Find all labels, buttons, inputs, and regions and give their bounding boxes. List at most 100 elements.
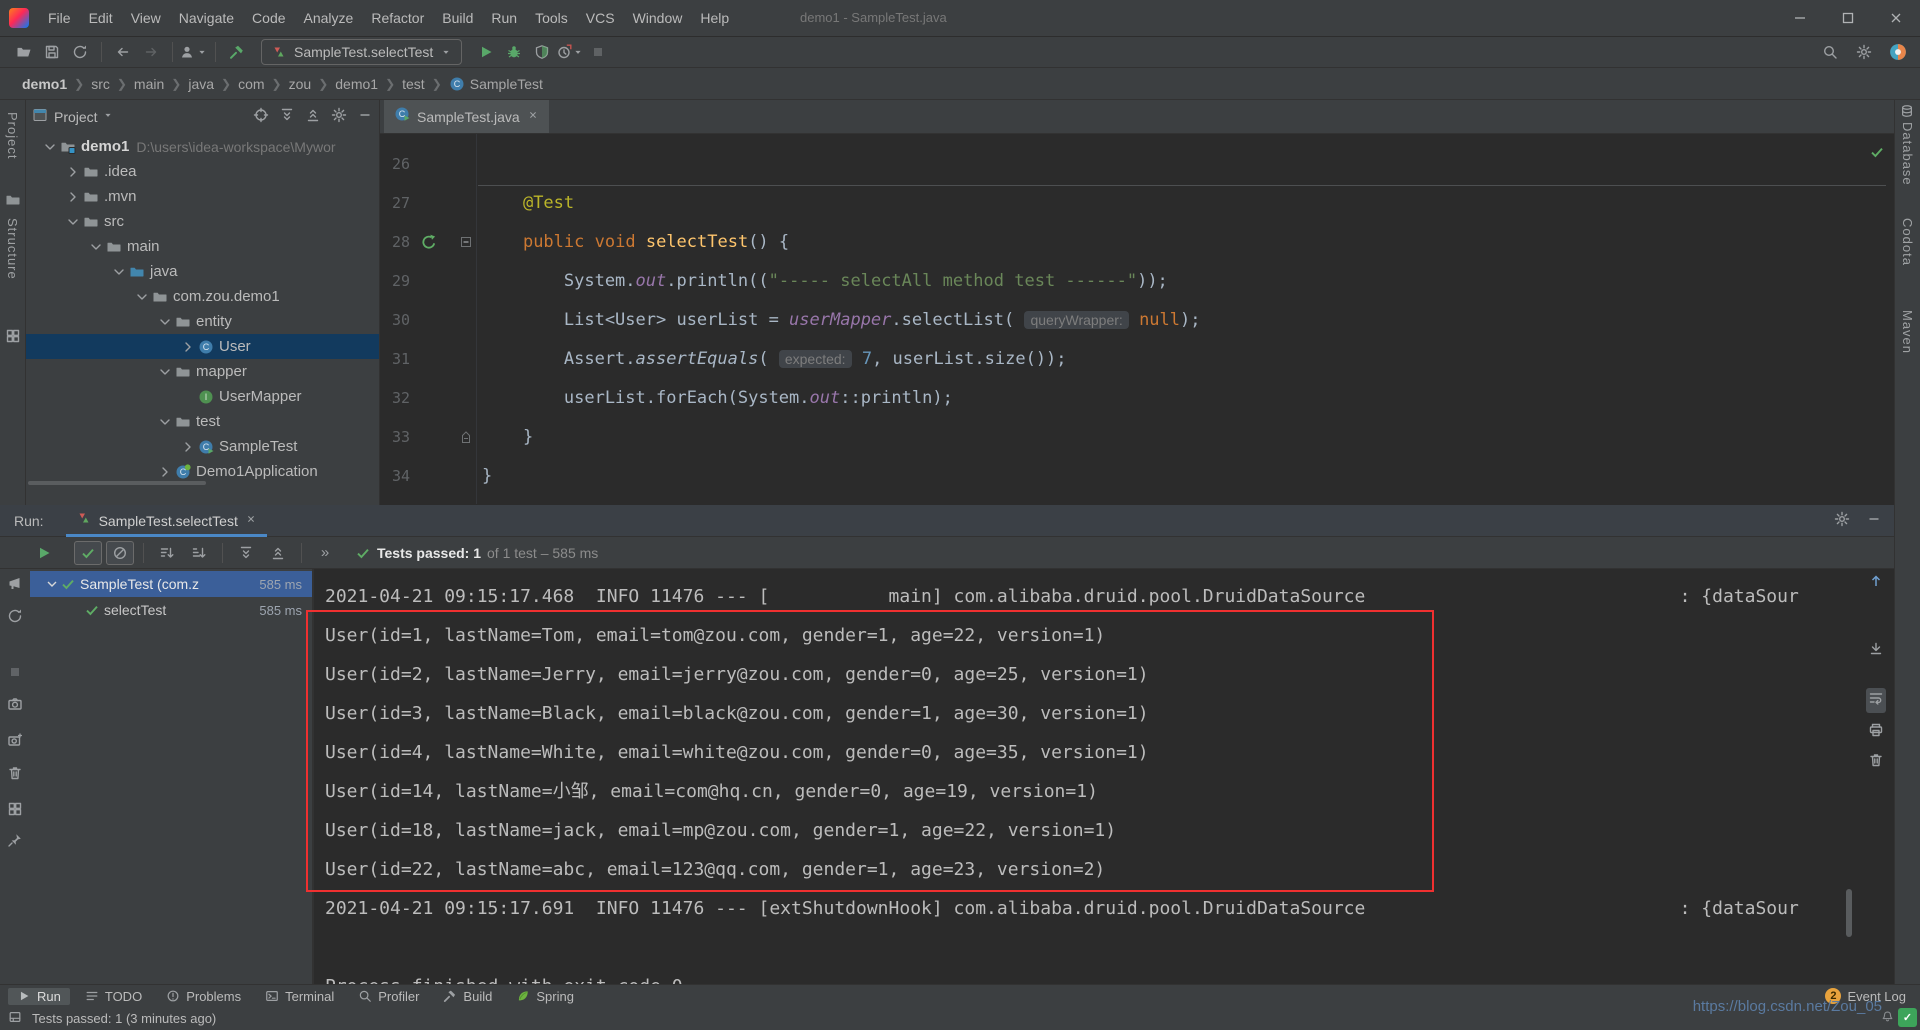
run-tab-sampletest-selecttest[interactable]: SampleTest.selectTest — [66, 505, 267, 537]
snapshot-icon[interactable] — [7, 696, 23, 712]
run-panel-settings-button[interactable] — [1834, 511, 1850, 532]
search-everywhere-button[interactable] — [1816, 39, 1844, 65]
breadcrumb-item-demo1[interactable]: demo1 — [335, 76, 378, 92]
tree-chevron-down-icon[interactable] — [134, 289, 150, 305]
project-tree-row-demo1[interactable]: demo1D:\users\idea-workspace\Mywor — [26, 134, 379, 159]
project-settings-button[interactable] — [331, 107, 347, 128]
project-tree-row-entity[interactable]: entity — [26, 309, 379, 334]
console-output[interactable]: 2021-04-21 09:15:17.468 INFO 11476 --- [… — [314, 569, 1894, 984]
console-scrollbar[interactable] — [1846, 889, 1852, 937]
editor-body[interactable]: 2627 @Test28 public void selectTest() {2… — [380, 134, 1894, 504]
scroll-up-button[interactable] — [1868, 573, 1884, 594]
debug-button-button[interactable] — [500, 39, 528, 65]
project-tree-row-main[interactable]: main — [26, 234, 379, 259]
profiler-button[interactable] — [556, 39, 584, 65]
project-tree-row-sampletest[interactable]: CSampleTest — [26, 434, 379, 459]
tree-chevron-right-icon[interactable] — [157, 464, 173, 480]
breadcrumb-item-zou[interactable]: zou — [289, 76, 312, 92]
menu-item-analyze[interactable]: Analyze — [295, 0, 363, 36]
show-ignored-button[interactable] — [106, 541, 134, 565]
clear-console-button[interactable] — [1868, 752, 1884, 773]
locate-file-button[interactable] — [253, 107, 269, 128]
project-tree-row-test[interactable]: test — [26, 409, 379, 434]
tool-window-button-todo[interactable]: TODO — [76, 988, 151, 1005]
soft-wrap-button[interactable] — [1866, 688, 1886, 713]
project-tree-row-java[interactable]: java — [26, 259, 379, 284]
menu-item-build[interactable]: Build — [433, 0, 482, 36]
breadcrumb-item-src[interactable]: src — [91, 76, 110, 92]
sort-alphabetically-button[interactable] — [153, 541, 181, 565]
stripe-tab-maven[interactable]: Maven — [1900, 310, 1915, 354]
line-number[interactable]: 30 — [380, 311, 410, 329]
project-tree-row-usermapper[interactable]: IUserMapper — [26, 384, 379, 409]
test-tree-row-class[interactable]: SampleTest (com.z585 ms — [30, 571, 312, 597]
menu-item-help[interactable]: Help — [691, 0, 738, 36]
build-project-button[interactable] — [223, 39, 251, 65]
run-with-coverage-button[interactable] — [528, 39, 556, 65]
stop-button-button[interactable] — [584, 39, 612, 65]
run-test-gutter-icon[interactable] — [414, 234, 444, 250]
line-number[interactable]: 34 — [380, 467, 410, 485]
codota-avatar-button[interactable] — [1884, 39, 1912, 65]
tree-chevron-down-icon[interactable] — [111, 264, 127, 280]
suspend-icon[interactable] — [7, 664, 23, 680]
inspection-ok-icon[interactable] — [1869, 144, 1885, 165]
line-number[interactable]: 32 — [380, 389, 410, 407]
collapse-all-button[interactable] — [264, 541, 292, 565]
tool-window-button-build[interactable]: Build — [434, 988, 501, 1005]
line-number[interactable]: 29 — [380, 272, 410, 290]
breadcrumb-item-test[interactable]: test — [402, 76, 425, 92]
line-number[interactable]: 28 — [380, 233, 410, 251]
test-tree-row-method[interactable]: selectTest585 ms — [30, 597, 312, 623]
collapse-all-button[interactable] — [305, 107, 321, 128]
tool-window-button-terminal[interactable]: Terminal — [256, 988, 343, 1005]
project-tree-row-mapper[interactable]: mapper — [26, 359, 379, 384]
stripe-tab-project[interactable]: Project — [5, 112, 20, 159]
expand-all-button[interactable] — [232, 541, 260, 565]
stripe-folder-icon[interactable] — [5, 192, 21, 208]
project-tree-row-comzoudemo1[interactable]: com.zou.demo1 — [26, 284, 379, 309]
tool-window-button-spring[interactable]: Spring — [507, 988, 583, 1005]
stripe-tab-database[interactable]: Database — [1900, 122, 1915, 186]
tree-chevron-right-icon[interactable] — [180, 339, 196, 355]
stripe-tab-structure[interactable]: Structure — [5, 218, 20, 280]
fold-tag-icon[interactable] — [456, 429, 476, 445]
menu-item-refactor[interactable]: Refactor — [362, 0, 433, 36]
stripe-structure-icon[interactable] — [5, 328, 21, 344]
project-panel-title[interactable]: Project — [54, 109, 98, 125]
line-number[interactable]: 33 — [380, 428, 410, 446]
stripe-tab-codota[interactable]: Codota — [1900, 218, 1915, 266]
database-icon[interactable] — [1900, 104, 1914, 118]
menu-item-run[interactable]: Run — [482, 0, 526, 36]
run-configuration-select[interactable]: SampleTest.selectTest — [261, 39, 462, 65]
menu-item-edit[interactable]: Edit — [80, 0, 122, 36]
close-button[interactable] — [1872, 0, 1920, 36]
test-tree-chevron-down-icon[interactable] — [44, 576, 60, 592]
tool-window-button-profiler[interactable]: Profiler — [349, 988, 428, 1005]
tree-chevron-right-icon[interactable] — [180, 439, 196, 455]
menu-item-navigate[interactable]: Navigate — [170, 0, 243, 36]
tree-chevron-down-icon[interactable] — [88, 239, 104, 255]
line-number[interactable]: 26 — [380, 155, 410, 173]
line-number[interactable]: 31 — [380, 350, 410, 368]
more-actions-button[interactable]: » — [311, 541, 339, 565]
settings-button[interactable] — [1850, 39, 1878, 65]
tree-chevron-right-icon[interactable] — [65, 189, 81, 205]
breadcrumb-item-java[interactable]: java — [188, 76, 214, 92]
menu-item-code[interactable]: Code — [243, 0, 294, 36]
tree-chevron-down-icon[interactable] — [157, 314, 173, 330]
expand-all-button[interactable] — [279, 107, 295, 128]
tool-window-switcher-icon[interactable] — [8, 1010, 22, 1024]
editor-tab-close-icon[interactable] — [527, 109, 539, 121]
menu-item-tools[interactable]: Tools — [526, 0, 577, 36]
line-number[interactable]: 27 — [380, 194, 410, 212]
notifications-icon[interactable] — [1881, 1010, 1894, 1023]
save-all-button[interactable] — [38, 39, 66, 65]
minimize-button[interactable] — [1776, 0, 1824, 36]
scroll-to-end-button[interactable] — [1868, 641, 1884, 662]
editor-tab-sampletest[interactable]: C SampleTest.java — [384, 100, 549, 133]
tool-window-button-run[interactable]: Run — [8, 988, 70, 1005]
menu-item-window[interactable]: Window — [624, 0, 692, 36]
project-tree-row-idea[interactable]: .idea — [26, 159, 379, 184]
tree-chevron-right-icon[interactable] — [65, 164, 81, 180]
